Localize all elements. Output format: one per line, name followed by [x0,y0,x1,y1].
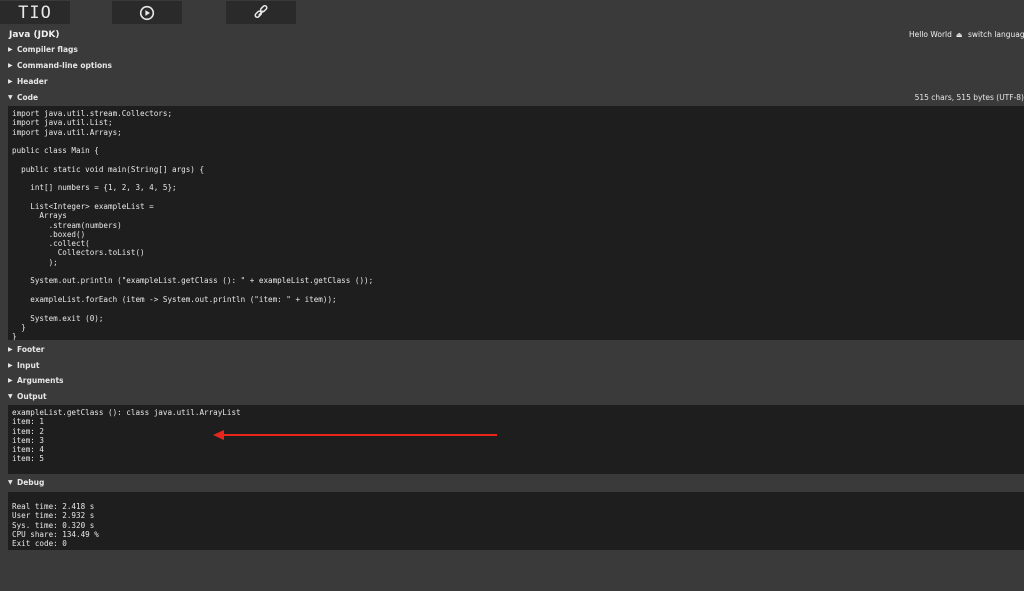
red-arrow-annotation [213,430,497,440]
section-output[interactable]: ▼ Output [0,390,1024,404]
section-label: Debug [17,478,45,487]
output-panel[interactable]: exampleList.getClass (): class java.util… [8,405,1024,474]
section-label: Compiler flags [17,45,78,54]
section-compiler-flags[interactable]: ▶ Compiler flags [0,43,1024,57]
collapse-arrow-icon: ▼ [8,479,13,486]
hello-world-label: Hello World [909,30,952,39]
expand-arrow-icon: ▶ [8,46,13,53]
run-button[interactable] [112,1,182,24]
tio-logo: TIO [18,2,52,23]
chain-link-icon [254,4,268,18]
section-input[interactable]: ▶ Input [0,359,1024,373]
switch-language-link[interactable]: switch language [968,30,1024,39]
collapse-arrow-icon: ▼ [8,393,13,400]
tio-logo-button[interactable]: TIO [0,1,70,24]
expand-arrow-icon: ▶ [8,62,13,69]
section-footer[interactable]: ▶ Footer [0,343,1024,357]
eject-icon: ⏏ [955,31,963,39]
debug-panel[interactable]: Real time: 2.418 s User time: 2.932 s Sy… [8,492,1024,550]
section-label: Header [17,77,48,86]
section-debug[interactable]: ▼ Debug [0,476,1024,490]
section-header[interactable]: ▶ Header [0,75,1024,89]
language-row: Java (JDK) Hello World ⏏ switch language [0,28,1024,42]
section-label: Arguments [17,376,64,385]
expand-arrow-icon: ▶ [8,362,13,369]
collapse-arrow-icon: ▼ [8,94,13,101]
code-editor[interactable]: import java.util.stream.Collectors; impo… [8,106,1024,340]
expand-arrow-icon: ▶ [8,78,13,85]
code-byte-count: 515 chars, 515 bytes (UTF-8) [914,93,1024,102]
hello-world-link[interactable]: Hello World ⏏ [909,30,963,39]
section-label: Input [17,361,40,370]
language-name[interactable]: Java (JDK) [9,30,60,40]
top-toolbar: TIO [0,0,1024,26]
permalink-button[interactable] [226,1,296,24]
expand-arrow-icon: ▶ [8,377,13,384]
section-label: Footer [17,345,45,354]
section-arguments[interactable]: ▶ Arguments [0,374,1024,388]
section-command-line-options[interactable]: ▶ Command-line options [0,59,1024,73]
section-label: Command-line options [17,61,112,70]
section-label: Code [17,93,39,102]
expand-arrow-icon: ▶ [8,346,13,353]
section-code[interactable]: ▼ Code 515 chars, 515 bytes (UTF-8) [0,91,1024,105]
section-label: Output [17,392,47,401]
play-circle-icon [139,5,155,20]
